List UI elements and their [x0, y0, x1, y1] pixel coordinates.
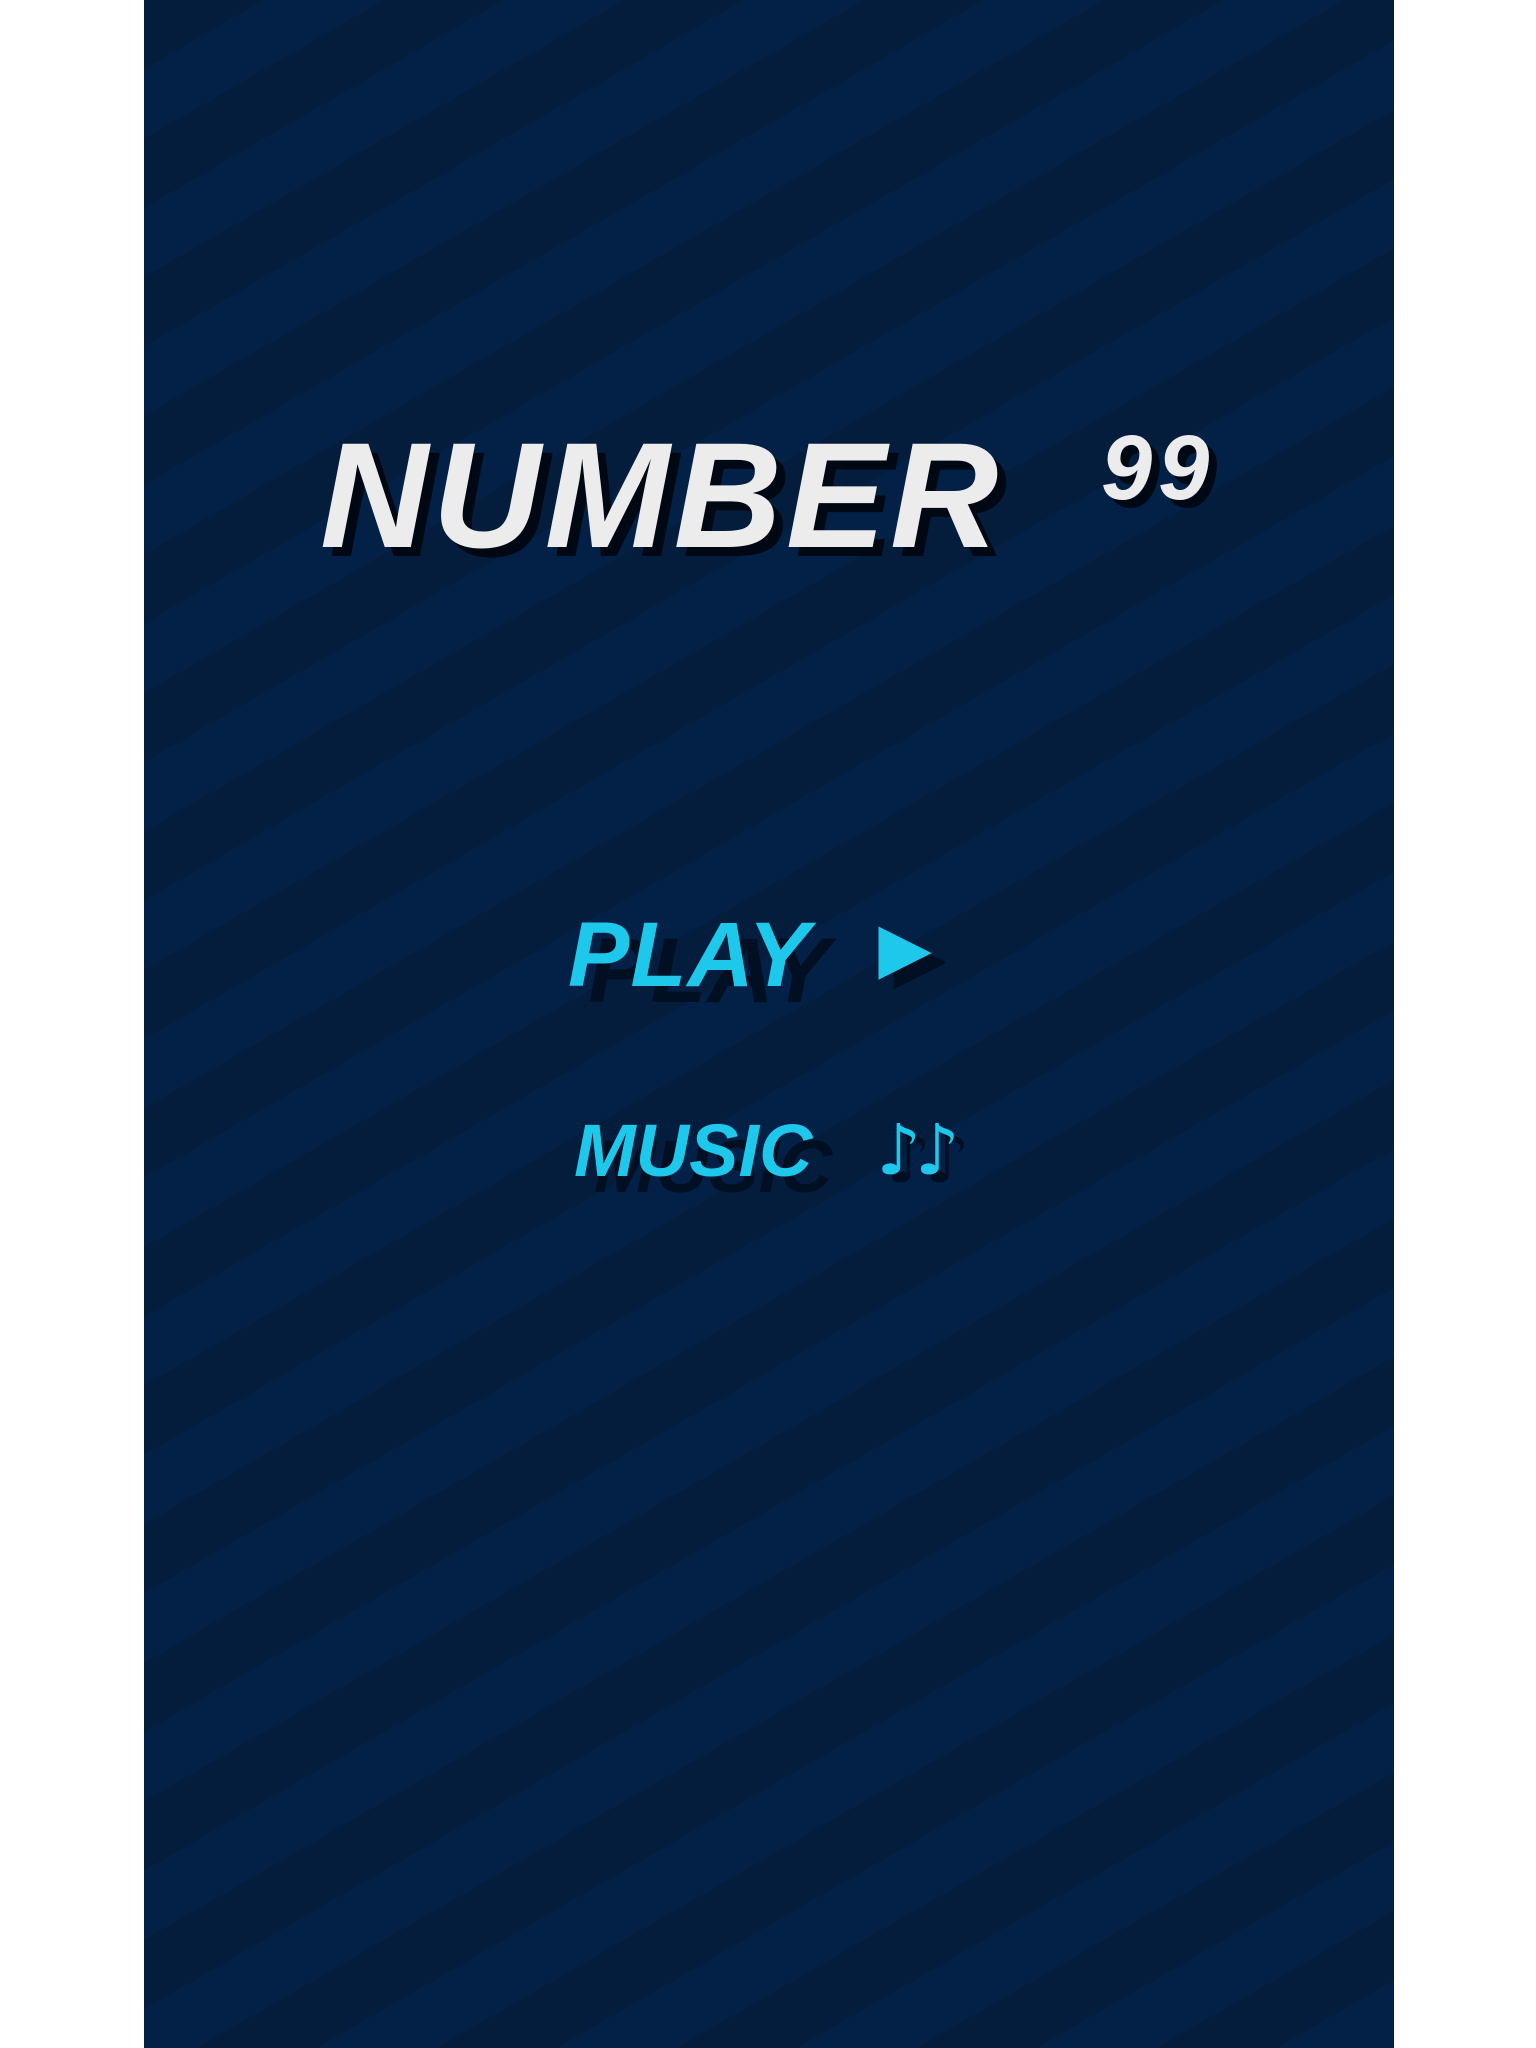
game-screen: NUMBER 99 PLAY MUSIC ♪♪ — [144, 0, 1394, 2048]
music-toggle-button[interactable]: MUSIC ♪♪ — [574, 1105, 960, 1195]
game-title: NUMBER 99 — [144, 410, 1394, 580]
music-notes-icon: ♪♪ — [876, 1109, 959, 1191]
play-button-label: PLAY — [568, 903, 811, 1006]
play-triangle-icon — [878, 926, 945, 990]
game-title-superscript: 99 — [1101, 417, 1216, 519]
game-title-text: NUMBER — [320, 411, 1003, 579]
play-button[interactable]: PLAY — [568, 900, 945, 1010]
music-button-label: MUSIC — [574, 1108, 813, 1192]
